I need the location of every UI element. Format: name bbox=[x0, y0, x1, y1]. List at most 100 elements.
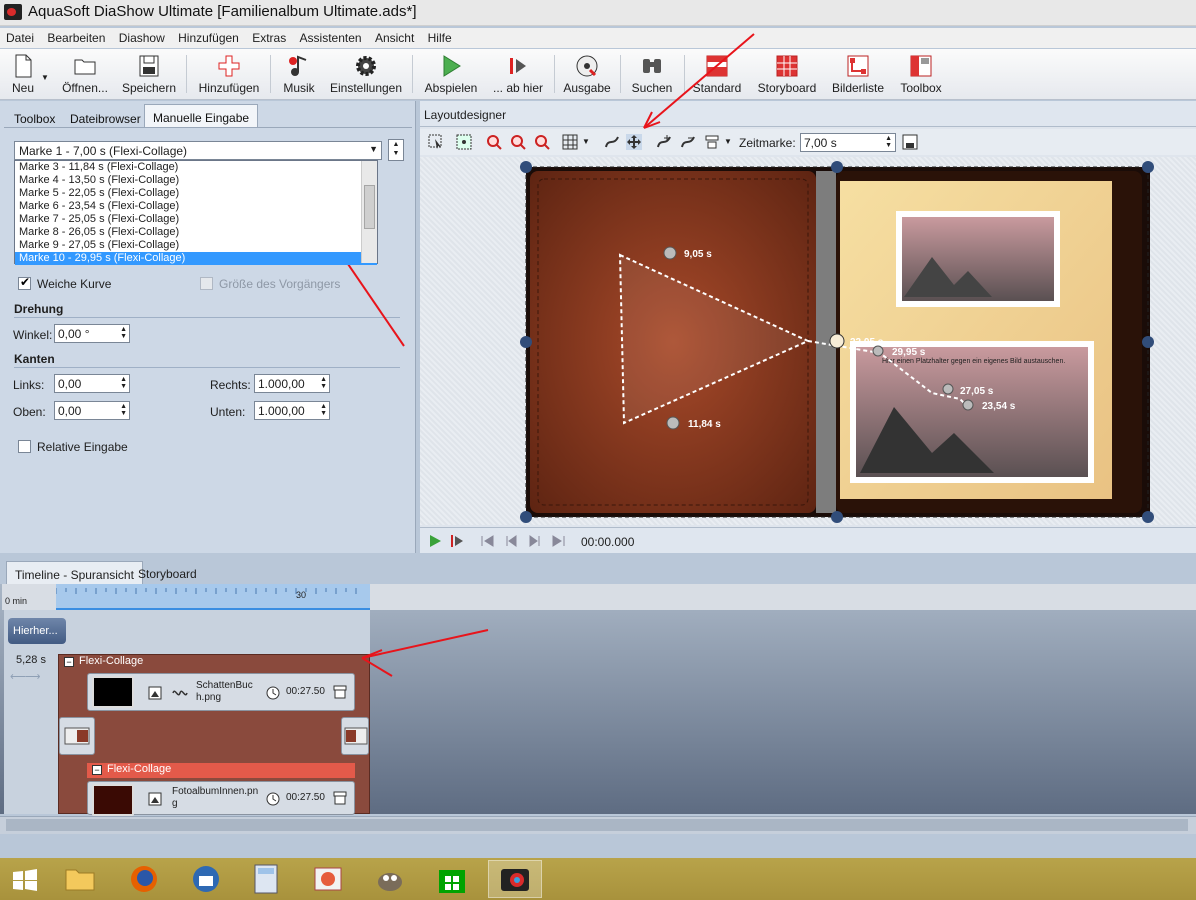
marker-point[interactable] bbox=[942, 383, 954, 395]
grid-dropdown-arrow[interactable]: ▼ bbox=[582, 137, 590, 146]
spinner-arrows-icon[interactable]: ▲ ▼ bbox=[120, 326, 127, 340]
tab-timeline[interactable]: Timeline - Spuransicht bbox=[6, 561, 143, 584]
taskbar-calculator[interactable] bbox=[240, 860, 294, 898]
zoom-out-icon[interactable] bbox=[510, 134, 526, 150]
marker-point[interactable] bbox=[666, 416, 680, 430]
time-ruler[interactable]: 30 bbox=[55, 584, 370, 610]
motion-effect-icon[interactable] bbox=[172, 686, 188, 700]
remove-point-icon[interactable] bbox=[680, 134, 696, 150]
toolbox-layout-button[interactable]: Toolbox bbox=[894, 51, 948, 97]
collapse-icon[interactable]: − bbox=[92, 765, 102, 775]
flexi-collage-header[interactable]: − Flexi-Collage bbox=[59, 655, 369, 670]
menu-diashow[interactable]: Diashow bbox=[113, 28, 169, 45]
play-from-here-icon[interactable] bbox=[450, 534, 464, 548]
taskbar-firefox[interactable] bbox=[118, 860, 172, 898]
marker-combobox[interactable]: Marke 1 - 7,00 s (Flexi-Collage) ▼ bbox=[14, 141, 382, 160]
image-effect-icon[interactable] bbox=[148, 792, 162, 806]
top-edge-input[interactable]: 0,00 ▲ ▼ bbox=[54, 401, 130, 420]
spinner-arrows-icon[interactable]: ▲ ▼ bbox=[320, 403, 327, 417]
settings-button[interactable]: Einstellungen bbox=[328, 51, 404, 97]
marker-option[interactable]: Marke 6 - 23,54 s (Flexi-Collage) bbox=[15, 200, 377, 213]
taskbar-snipping[interactable] bbox=[302, 860, 356, 898]
menu-bearbeiten[interactable]: Bearbeiten bbox=[41, 28, 109, 45]
skip-to-end-icon[interactable] bbox=[552, 534, 566, 548]
play-from-here-button[interactable]: ... ab hier bbox=[488, 51, 548, 97]
spinner-arrows-icon[interactable]: ▲ ▼ bbox=[120, 403, 127, 417]
menu-ansicht[interactable]: Ansicht bbox=[369, 28, 418, 45]
marker-stepper[interactable]: ▲ ▼ bbox=[388, 139, 404, 161]
start-button[interactable] bbox=[0, 860, 54, 898]
align-icon[interactable] bbox=[704, 134, 720, 150]
taskbar-aquasoft[interactable] bbox=[488, 860, 542, 898]
new-button[interactable]: Neu bbox=[6, 51, 40, 97]
right-edge-input[interactable]: 1.000,00 ▲ ▼ bbox=[254, 374, 330, 393]
align-dropdown-arrow[interactable]: ▼ bbox=[724, 137, 732, 146]
skip-to-start-icon[interactable] bbox=[480, 534, 494, 548]
storyboard-layout-button[interactable]: Storyboard bbox=[754, 51, 820, 97]
menu-hinzufuegen[interactable]: Hinzufügen bbox=[172, 28, 243, 45]
flexi-collage-track[interactable]: − Flexi-Collage SchattenBuch.png 00:27.5… bbox=[58, 654, 370, 816]
add-button[interactable]: Hinzufügen bbox=[194, 51, 264, 97]
scrollbar-track[interactable] bbox=[6, 819, 1188, 831]
soft-curve-checkbox[interactable] bbox=[18, 275, 31, 290]
resize-handle[interactable] bbox=[520, 511, 532, 523]
marker-option[interactable]: Marke 3 - 11,84 s (Flexi-Collage) bbox=[15, 161, 377, 174]
collapse-icon[interactable]: − bbox=[64, 657, 74, 667]
spinner-arrows-icon[interactable]: ▲ ▼ bbox=[320, 376, 327, 390]
picture-list-button[interactable]: Bilderliste bbox=[828, 51, 888, 97]
marker-point[interactable] bbox=[872, 345, 884, 357]
tab-dateibrowser[interactable]: Dateibrowser bbox=[62, 106, 149, 129]
taskbar-thunderbird[interactable] bbox=[180, 860, 234, 898]
add-point-icon[interactable] bbox=[656, 134, 672, 150]
previous-icon[interactable] bbox=[504, 534, 518, 548]
scrollbar-thumb[interactable] bbox=[364, 185, 375, 229]
nested-flexi-collage-header[interactable]: − Flexi-Collage bbox=[87, 763, 355, 778]
move-here-button[interactable]: Hierher... bbox=[8, 618, 66, 644]
clip-properties-icon[interactable] bbox=[332, 790, 348, 806]
move-tool-icon[interactable] bbox=[626, 134, 642, 150]
image-clip[interactable]: FotoalbumInnen.png 00:27.50 bbox=[87, 781, 355, 816]
resize-handle[interactable] bbox=[831, 511, 843, 523]
snap-grid-icon[interactable] bbox=[456, 134, 472, 150]
menu-extras[interactable]: Extras bbox=[246, 28, 290, 45]
grid-icon[interactable] bbox=[562, 134, 578, 150]
search-button[interactable]: Suchen bbox=[626, 51, 678, 97]
resize-handle[interactable] bbox=[1142, 336, 1154, 348]
standard-layout-button[interactable]: Standard bbox=[690, 51, 744, 97]
taskbar-gimp[interactable] bbox=[364, 860, 418, 898]
marker-point[interactable] bbox=[962, 399, 974, 411]
taskbar-file-explorer[interactable] bbox=[54, 860, 108, 898]
save-marker-icon[interactable] bbox=[902, 134, 918, 150]
clip-properties-icon[interactable] bbox=[332, 684, 348, 700]
transition-clip-right[interactable] bbox=[341, 717, 369, 755]
marker-option[interactable]: Marke 4 - 13,50 s (Flexi-Collage) bbox=[15, 174, 377, 187]
marker-point-active[interactable] bbox=[829, 333, 845, 349]
spinner-arrows-icon[interactable]: ▲ ▼ bbox=[885, 135, 892, 149]
output-button[interactable]: Ausgabe bbox=[560, 51, 614, 97]
play-icon[interactable] bbox=[428, 534, 442, 548]
save-button[interactable]: Speichern bbox=[120, 51, 178, 97]
next-icon[interactable] bbox=[528, 534, 542, 548]
marker-option[interactable]: Marke 7 - 25,05 s (Flexi-Collage) bbox=[15, 213, 377, 226]
marker-option[interactable]: Marke 9 - 27,05 s (Flexi-Collage) bbox=[15, 239, 377, 252]
marker-option[interactable]: Marke 5 - 22,05 s (Flexi-Collage) bbox=[15, 187, 377, 200]
resize-handle[interactable] bbox=[1142, 161, 1154, 173]
time-marker-input[interactable]: 7,00 s ▲ ▼ bbox=[800, 133, 896, 152]
designer-canvas[interactable]: Hier einen Platzhalter gegen ein eigenes… bbox=[420, 157, 1196, 525]
tab-manuelle-eingabe[interactable]: Manuelle Eingabe bbox=[144, 104, 259, 127]
menu-hilfe[interactable]: Hilfe bbox=[422, 28, 456, 45]
resize-handle[interactable] bbox=[1142, 511, 1154, 523]
zoom-in-icon[interactable] bbox=[486, 134, 502, 150]
select-tool-icon[interactable] bbox=[428, 134, 444, 150]
tab-storyboard[interactable]: Storyboard bbox=[130, 561, 205, 584]
bottom-edge-input[interactable]: 1.000,00 ▲ ▼ bbox=[254, 401, 330, 420]
spinner-arrows-icon[interactable]: ▲ ▼ bbox=[120, 376, 127, 390]
marker-point[interactable] bbox=[663, 246, 677, 260]
zoom-fit-icon[interactable] bbox=[534, 134, 550, 150]
image-effect-icon[interactable] bbox=[148, 686, 162, 700]
transition-clip-left[interactable] bbox=[59, 717, 95, 755]
image-clip[interactable]: SchattenBuch.png 00:27.50 bbox=[87, 673, 355, 711]
taskbar-store[interactable] bbox=[426, 860, 480, 898]
menu-assistenten[interactable]: Assistenten bbox=[294, 28, 366, 45]
resize-handle[interactable] bbox=[831, 161, 843, 173]
